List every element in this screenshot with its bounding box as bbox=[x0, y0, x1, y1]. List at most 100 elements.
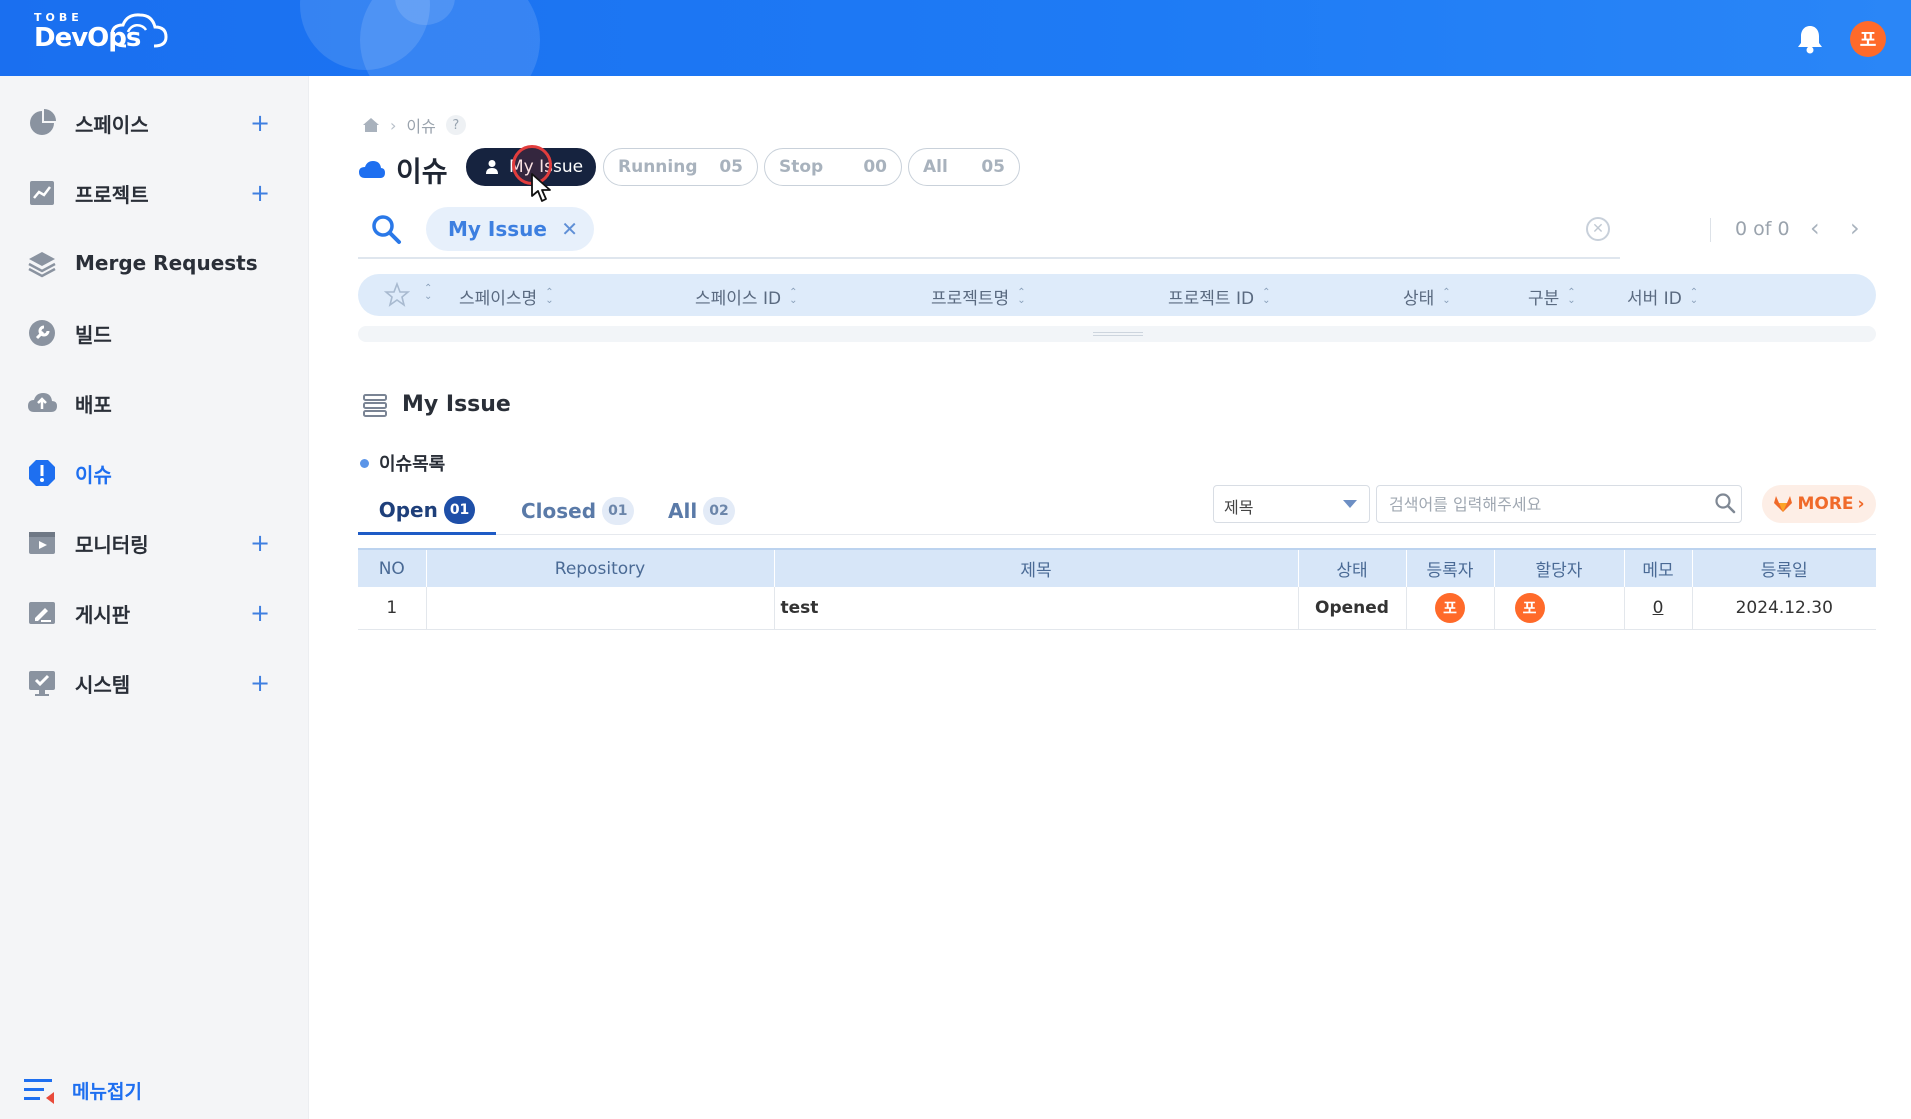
chevron-right-icon: › bbox=[1857, 494, 1865, 514]
column-type[interactable]: 구분 ⌃ ⌄ bbox=[1528, 284, 1576, 309]
sidebar-item-label: 모니터링 bbox=[75, 532, 149, 557]
chevron-left-icon[interactable]: ‹ bbox=[1810, 214, 1820, 242]
tab-closed[interactable]: Closed 01 bbox=[521, 487, 634, 535]
menu-collapse-button[interactable]: 메뉴접기 bbox=[22, 1075, 142, 1105]
table-header-cell[interactable]: 메모 bbox=[1624, 548, 1693, 587]
column-status[interactable]: 상태 ⌃ ⌄ bbox=[1403, 284, 1451, 309]
sidebar-item-system[interactable]: 시스템 + bbox=[0, 658, 309, 708]
plus-icon[interactable]: + bbox=[250, 531, 270, 555]
plus-icon[interactable]: + bbox=[250, 111, 270, 135]
sidebar-item-label: 스페이스 bbox=[75, 112, 149, 137]
issue-list-subtitle: 이슈목록 bbox=[360, 450, 445, 476]
more-button[interactable]: MORE › bbox=[1762, 485, 1876, 523]
stop-chip-count: 00 bbox=[863, 157, 887, 177]
column-space-name[interactable]: 스페이스명 ⌃ ⌄ bbox=[459, 284, 554, 309]
all-chip[interactable]: All 05 bbox=[908, 148, 1020, 186]
pager-divider bbox=[1710, 218, 1711, 242]
cloud-upload-icon bbox=[26, 387, 58, 419]
chevron-right-icon[interactable]: › bbox=[1850, 214, 1860, 242]
running-chip-label: Running bbox=[618, 157, 698, 177]
stop-chip[interactable]: Stop 00 bbox=[764, 148, 902, 186]
user-icon bbox=[486, 160, 498, 174]
column-project-name[interactable]: 프로젝트명 ⌃ ⌄ bbox=[931, 284, 1026, 309]
sidebar: 스페이스 + 프로젝트 + Merge Requests 빌드 배포 이슈 모니… bbox=[0, 76, 309, 1119]
sidebar-item-issue[interactable]: 이슈 bbox=[0, 448, 309, 498]
sidebar-item-board[interactable]: 게시판 + bbox=[0, 588, 309, 638]
sidebar-item-label: 프로젝트 bbox=[75, 182, 149, 207]
running-chip[interactable]: Running 05 bbox=[603, 148, 758, 186]
sidebar-item-space[interactable]: 스페이스 + bbox=[0, 98, 309, 148]
cell-title[interactable]: test bbox=[774, 587, 1299, 630]
cell-no: 1 bbox=[358, 587, 427, 630]
stop-chip-label: Stop bbox=[779, 157, 824, 177]
filter-chip-my-issue[interactable]: My Issue ✕ bbox=[426, 207, 594, 251]
page-title-text: 이슈 bbox=[396, 155, 448, 188]
search-field-select[interactable]: 제목 bbox=[1213, 485, 1370, 523]
breadcrumb: › 이슈 ? bbox=[362, 113, 466, 137]
column-space-id[interactable]: 스페이스 ID ⌃ ⌄ bbox=[695, 284, 797, 309]
sort-icon: ⌃ ⌄ bbox=[1017, 286, 1026, 306]
tab-closed-label: Closed bbox=[521, 499, 597, 523]
bullet-icon bbox=[360, 458, 369, 468]
issue-search-input[interactable] bbox=[1376, 485, 1742, 523]
menu-collapse-icon bbox=[24, 1079, 54, 1104]
devops-logo[interactable]: TOBE DevOps bbox=[34, 12, 168, 52]
sidebar-item-label: 이슈 bbox=[75, 462, 112, 487]
plus-icon[interactable]: + bbox=[250, 671, 270, 695]
sort-icon[interactable]: ⌃ ⌄ bbox=[424, 284, 432, 302]
resize-handle[interactable] bbox=[1093, 332, 1143, 336]
sidebar-item-merge-requests[interactable]: Merge Requests bbox=[0, 238, 309, 288]
star-icon[interactable] bbox=[384, 282, 410, 308]
pager-count: 0 of 0 bbox=[1735, 218, 1790, 240]
caret-down-icon bbox=[1343, 500, 1357, 508]
sidebar-item-project[interactable]: 프로젝트 + bbox=[0, 168, 309, 218]
plus-icon[interactable]: + bbox=[250, 601, 270, 625]
running-chip-count: 05 bbox=[719, 157, 743, 177]
cell-status: Opened bbox=[1298, 587, 1407, 630]
memo-link[interactable]: 0 bbox=[1653, 598, 1664, 618]
tab-all[interactable]: All 02 bbox=[668, 487, 735, 535]
table-header-cell[interactable]: 등록자 bbox=[1406, 548, 1495, 587]
mouse-pointer-icon bbox=[531, 173, 551, 202]
home-icon[interactable] bbox=[362, 117, 380, 133]
table-header-cell[interactable]: 할당자 bbox=[1494, 548, 1625, 587]
table-header-cell[interactable]: 등록일 bbox=[1692, 548, 1876, 587]
cell-assignee: 포 bbox=[1494, 587, 1625, 630]
tab-closed-count: 01 bbox=[602, 497, 634, 525]
help-icon[interactable]: ? bbox=[445, 115, 466, 135]
sort-icon: ⌃ ⌄ bbox=[1567, 286, 1576, 306]
sort-icon: ⌃ ⌄ bbox=[545, 286, 554, 306]
monitor-play-icon bbox=[26, 527, 58, 559]
bell-icon[interactable] bbox=[1796, 24, 1824, 54]
column-project-id[interactable]: 프로젝트 ID ⌃ ⌄ bbox=[1168, 284, 1270, 309]
table-header-cell[interactable]: NO bbox=[358, 548, 427, 587]
tab-all-count: 02 bbox=[703, 497, 735, 525]
tab-open[interactable]: Open 01 bbox=[358, 487, 496, 535]
table-row[interactable]: 1 test Opened 포 포 0 2024.12.30 bbox=[358, 587, 1876, 630]
cell-date: 2024.12.30 bbox=[1692, 587, 1876, 630]
cell-memo: 0 bbox=[1624, 587, 1693, 630]
tab-all-label: All bbox=[668, 499, 698, 523]
filter-chip-label: My Issue bbox=[448, 217, 547, 241]
assignee-avatar[interactable]: 포 bbox=[1514, 592, 1545, 623]
column-server-id[interactable]: 서버 ID ⌃ ⌄ bbox=[1627, 284, 1698, 309]
sort-icon: ⌃ ⌄ bbox=[1689, 286, 1699, 306]
plus-icon[interactable]: + bbox=[250, 181, 270, 205]
search-icon[interactable] bbox=[370, 213, 402, 245]
cell-registrant: 포 bbox=[1406, 587, 1495, 630]
sidebar-item-build[interactable]: 빌드 bbox=[0, 308, 309, 358]
section-title-text: My Issue bbox=[402, 392, 511, 417]
sort-icon: ⌃ ⌄ bbox=[1262, 286, 1271, 306]
cell-repository bbox=[426, 587, 775, 630]
sidebar-item-deploy[interactable]: 배포 bbox=[0, 378, 309, 428]
close-icon[interactable]: ✕ bbox=[561, 217, 578, 241]
table-header-cell[interactable]: 제목 bbox=[774, 548, 1299, 587]
table-header-cell[interactable]: 상태 bbox=[1298, 548, 1407, 587]
cloud-sync-icon bbox=[110, 13, 168, 48]
table-header-cell[interactable]: Repository bbox=[426, 548, 775, 587]
search-icon[interactable] bbox=[1714, 492, 1736, 514]
registrant-avatar[interactable]: 포 bbox=[1435, 592, 1465, 623]
sidebar-item-monitoring[interactable]: 모니터링 + bbox=[0, 518, 309, 568]
clear-search-icon[interactable]: ✕ bbox=[1586, 217, 1610, 241]
user-avatar[interactable]: 포 bbox=[1850, 21, 1886, 57]
